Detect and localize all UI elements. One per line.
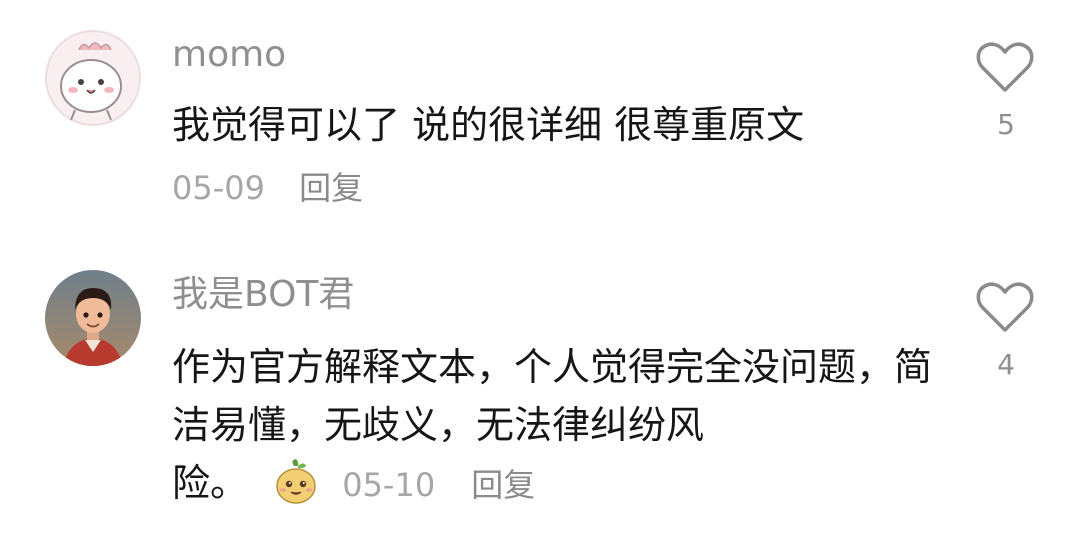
like-count: 5 xyxy=(997,108,1015,141)
comment-item: momo 我觉得可以了 说的很详细 很尊重原文 05-09 回复 5 xyxy=(0,0,1080,240)
reply-button[interactable]: 回复 xyxy=(299,168,363,208)
like-count: 4 xyxy=(997,348,1015,381)
heart-outline-icon xyxy=(976,282,1034,332)
comment-username[interactable]: 我是BOT君 xyxy=(172,273,354,317)
comment-tail: 险。 05-10 回复 xyxy=(172,458,535,506)
comment-item: 我是BOT君 作为官方解释文本，个人觉得完全没问题，简洁易懂，无歧义，无法律纠纷… xyxy=(0,240,1080,536)
cartoon-boy-avatar[interactable] xyxy=(45,270,141,366)
reply-button[interactable]: 回复 xyxy=(471,466,535,504)
comment-date: 05-09 xyxy=(172,169,265,207)
comment-meta: 05-09 回复 xyxy=(172,168,363,208)
heart-outline-icon xyxy=(976,42,1034,92)
pink-dinosaur-avatar[interactable] xyxy=(45,30,141,126)
like-button[interactable]: 5 xyxy=(976,42,1036,141)
comment-date: 05-10 xyxy=(342,466,436,504)
potato-emoji-icon xyxy=(272,458,320,506)
like-button[interactable]: 4 xyxy=(976,282,1036,381)
comment-username[interactable]: momo xyxy=(172,33,286,77)
comment-text-block: 作为官方解释文本，个人觉得完全没问题，简洁易懂，无歧义，无法律纠纷风 险。 05… xyxy=(172,338,932,514)
comment-text: 作为官方解释文本，个人觉得完全没问题，简洁易懂，无歧义，无法律纠纷风 xyxy=(172,345,933,447)
comment-text-tail: 险。 xyxy=(172,461,249,505)
comment-text: 我觉得可以了 说的很详细 很尊重原文 xyxy=(172,103,805,147)
